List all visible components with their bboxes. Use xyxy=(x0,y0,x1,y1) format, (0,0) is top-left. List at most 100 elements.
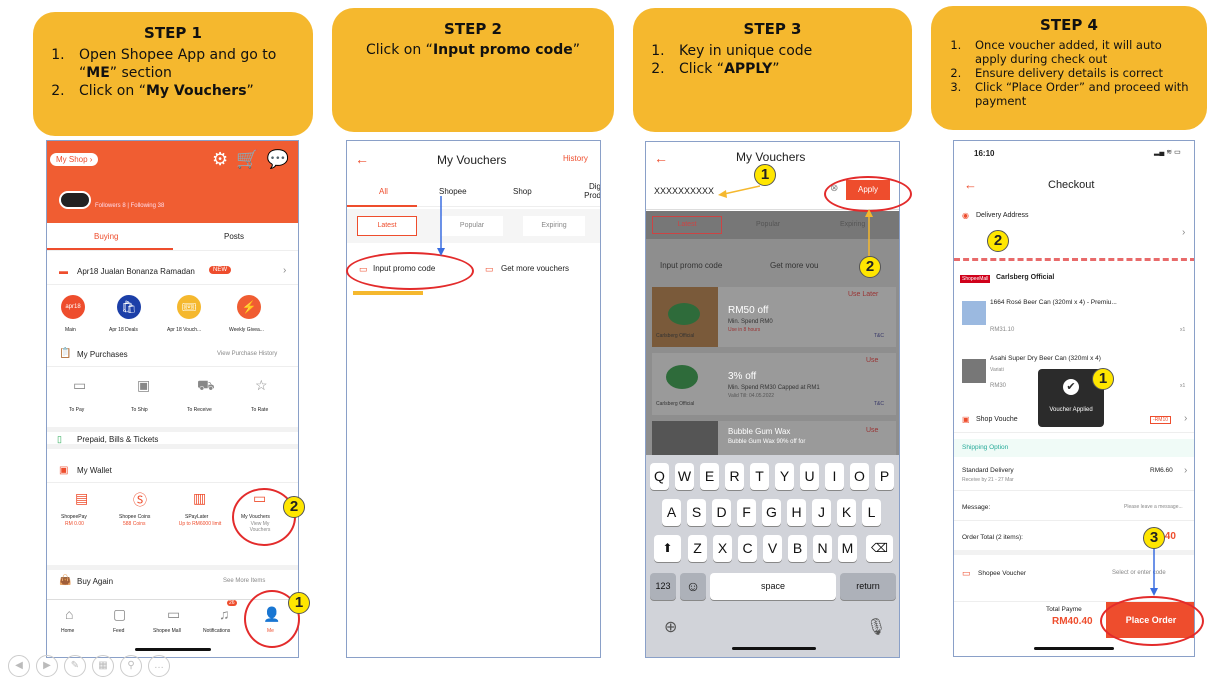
key-k[interactable]: K xyxy=(837,499,856,526)
wallet-icon[interactable]: ▭ xyxy=(73,377,86,394)
filter-latest[interactable]: Latest xyxy=(357,216,417,236)
key-d[interactable]: D xyxy=(712,499,731,526)
shop-header: ShopeeMall Carlsberg Official xyxy=(954,271,1194,291)
key-j[interactable]: J xyxy=(812,499,831,526)
terms-link[interactable]: T&C xyxy=(874,401,884,407)
key-n[interactable]: N xyxy=(813,535,832,562)
key-y[interactable]: Y xyxy=(775,463,794,490)
promo-row[interactable]: ▬ Apr18 Jualan Bonanza Ramadan NEW › xyxy=(47,259,298,285)
key-l[interactable]: L xyxy=(862,499,881,526)
key-f[interactable]: F xyxy=(737,499,756,526)
giveaway-shortcut-icon[interactable]: ⚡ xyxy=(237,295,261,319)
microphone-icon[interactable]: 🎙 xyxy=(866,617,886,637)
key-o[interactable]: O xyxy=(850,463,869,490)
back-arrow-icon[interactable]: ← xyxy=(654,150,668,166)
voucher-card[interactable]: Carlsberg Official 3% off Min. Spend RM3… xyxy=(652,353,896,415)
space-key[interactable]: space xyxy=(710,573,836,600)
voucher-action[interactable]: Use xyxy=(866,427,878,434)
key-v[interactable]: V xyxy=(763,535,782,562)
input-promo-label[interactable]: Input promo code xyxy=(660,261,722,270)
filter-popular[interactable]: Popular xyxy=(756,221,780,228)
shift-key[interactable]: ⬆ xyxy=(654,535,681,562)
deals-shortcut-icon[interactable]: 🛍 xyxy=(117,295,141,319)
view-history-link[interactable]: View Purchase History xyxy=(217,351,277,357)
key-x[interactable]: X xyxy=(713,535,732,562)
key-s[interactable]: S xyxy=(687,499,706,526)
key-w[interactable]: W xyxy=(675,463,694,490)
prev-slide-icon[interactable]: ◀ xyxy=(8,655,30,677)
standard-delivery-row[interactable]: Standard Delivery Receive by 21 - 27 Mar… xyxy=(954,459,1194,491)
terms-link[interactable]: T&C xyxy=(874,333,884,339)
key-g[interactable]: G xyxy=(762,499,781,526)
slides-grid-icon[interactable]: ▦ xyxy=(92,655,114,677)
my-purchases-row[interactable]: 📋 My Purchases View Purchase History xyxy=(47,343,298,367)
history-link[interactable]: History xyxy=(563,154,588,163)
key-e[interactable]: E xyxy=(700,463,719,490)
key-a[interactable]: A xyxy=(662,499,681,526)
voucher-shortcut-icon[interactable]: 🎟 xyxy=(177,295,201,319)
key-q[interactable]: Q xyxy=(650,463,669,490)
see-more-link[interactable]: See More Items xyxy=(223,578,265,584)
key-r[interactable]: R xyxy=(725,463,744,490)
spaylater-icon[interactable]: ▥ xyxy=(193,490,206,507)
shopeepay-icon[interactable]: ▤ xyxy=(75,490,88,507)
get-more-button[interactable]: ▭ Get more vouchers xyxy=(481,255,600,285)
globe-icon[interactable]: ⊕ xyxy=(664,617,677,637)
voucher-action[interactable]: Use Later xyxy=(848,291,878,298)
voucher-action[interactable]: Use xyxy=(866,357,878,364)
chat-icon[interactable]: 💬 xyxy=(267,149,297,169)
promo-code-input[interactable]: XXXXXXXXXX xyxy=(654,186,714,196)
home-icon[interactable]: ⌂ xyxy=(65,606,73,622)
feed-icon[interactable]: ▢ xyxy=(113,606,126,623)
notifications-icon[interactable]: ♫ xyxy=(219,606,230,622)
filter-expiring[interactable]: Expiring xyxy=(840,221,865,228)
tab-posts[interactable]: Posts xyxy=(224,232,244,241)
my-shop-button[interactable]: My Shop › xyxy=(50,153,99,166)
emoji-key[interactable]: ☺ xyxy=(680,573,706,600)
avatar[interactable] xyxy=(59,191,91,209)
key-i[interactable]: I xyxy=(825,463,844,490)
next-slide-icon[interactable]: ▶ xyxy=(36,655,58,677)
mall-icon[interactable]: ▭ xyxy=(167,606,180,623)
main-shortcut-icon[interactable]: apr18 xyxy=(61,295,85,319)
return-key[interactable]: return xyxy=(840,573,896,600)
message-input[interactable]: Please leave a message... xyxy=(1124,504,1183,510)
key-p[interactable]: P xyxy=(875,463,894,490)
more-options-icon[interactable]: … xyxy=(148,655,170,677)
settings-icon[interactable]: ⚙ xyxy=(212,149,236,169)
buy-again-row[interactable]: 👜 Buy Again See More Items xyxy=(47,565,298,591)
tab-shop[interactable]: Shop xyxy=(513,187,532,196)
truck-icon[interactable]: ⛟ xyxy=(197,377,215,396)
voucher-card[interactable]: Bubble Gum Wax Bubble Gum Wax 90% off fo… xyxy=(652,421,896,455)
voucher-card[interactable]: Carlsberg Official RM50 off Min. Spend R… xyxy=(652,287,896,347)
numbers-key[interactable]: 123 xyxy=(650,573,676,600)
tab-all[interactable]: All xyxy=(379,187,388,196)
zoom-icon[interactable]: ⚲ xyxy=(120,655,142,677)
backspace-key[interactable]: ⌫ xyxy=(866,535,893,562)
message-row[interactable]: Message: Please leave a message... xyxy=(954,495,1194,521)
filter-latest[interactable]: Latest xyxy=(652,216,722,234)
back-arrow-icon[interactable]: ← xyxy=(964,177,977,192)
star-icon[interactable]: ☆ xyxy=(255,377,268,394)
my-wallet-row[interactable]: ▣ My Wallet xyxy=(47,459,298,483)
key-t[interactable]: T xyxy=(750,463,769,490)
key-c[interactable]: C xyxy=(738,535,757,562)
key-h[interactable]: H xyxy=(787,499,806,526)
filter-expiring[interactable]: Expiring xyxy=(523,216,585,236)
new-badge: NEW xyxy=(209,266,231,274)
key-u[interactable]: U xyxy=(800,463,819,490)
key-z[interactable]: Z xyxy=(688,535,707,562)
coins-icon[interactable]: Ⓢ xyxy=(133,490,147,510)
get-more-label[interactable]: Get more vou xyxy=(770,261,818,270)
cart-icon[interactable]: 🛒 xyxy=(236,149,266,169)
box-icon[interactable]: ▣ xyxy=(137,377,150,394)
key-b[interactable]: B xyxy=(788,535,807,562)
key-m[interactable]: M xyxy=(838,535,857,562)
tab-shopee[interactable]: Shopee xyxy=(439,187,467,196)
pen-icon[interactable]: ✎ xyxy=(64,655,86,677)
back-arrow-icon[interactable]: ← xyxy=(355,151,369,167)
prepaid-row[interactable]: ▯ Prepaid, Bills & Tickets xyxy=(47,427,298,449)
tab-buying[interactable]: Buying xyxy=(94,232,118,241)
tab-digital[interactable]: Dig Prod xyxy=(571,182,600,200)
filter-popular[interactable]: Popular xyxy=(441,216,503,236)
